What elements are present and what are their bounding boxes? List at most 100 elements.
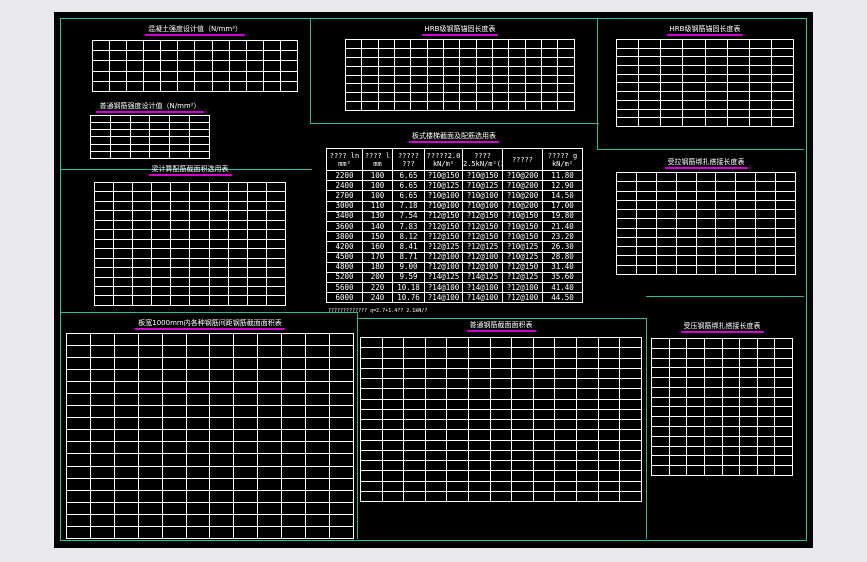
table-cell xyxy=(726,82,750,93)
table-cell xyxy=(360,449,383,462)
table-cell xyxy=(132,276,153,288)
table-cell xyxy=(169,114,191,124)
table-cell xyxy=(489,459,513,472)
table-cell xyxy=(246,295,267,306)
table-cell xyxy=(651,435,670,447)
table-cell xyxy=(446,347,470,359)
table-cell xyxy=(770,99,795,110)
table-cell xyxy=(735,255,757,266)
table-cell xyxy=(426,92,445,103)
table-row xyxy=(344,92,575,103)
table-cell xyxy=(715,236,737,248)
table-cell xyxy=(635,264,657,276)
table-cell xyxy=(774,406,793,418)
table-cell: ?14@125 xyxy=(424,271,463,284)
table-cell xyxy=(735,264,757,276)
table-cell xyxy=(305,489,330,503)
table-row xyxy=(360,398,642,410)
table-cell xyxy=(511,388,534,400)
table-body xyxy=(93,181,287,306)
table-cell xyxy=(66,429,91,443)
table-cell xyxy=(541,56,559,67)
table-cell xyxy=(233,453,259,467)
table-cell xyxy=(739,465,758,476)
table-cell xyxy=(185,381,211,395)
table-cell xyxy=(739,347,758,359)
table-row xyxy=(651,338,793,349)
table-cell xyxy=(739,367,758,379)
table-row: 2200 100 6.65 ?10@150 ?10@150 ?10@200 11.80 xyxy=(326,169,583,182)
table-cell xyxy=(597,377,621,390)
table-cell xyxy=(686,416,705,428)
table-cell xyxy=(557,47,575,58)
table-row xyxy=(616,190,796,201)
table-cell xyxy=(209,465,235,479)
table-cell xyxy=(748,108,772,119)
table-cell xyxy=(113,238,134,250)
table-cell xyxy=(361,39,379,49)
table-cell xyxy=(281,489,307,503)
table-cell xyxy=(245,70,264,82)
table-cell xyxy=(394,101,412,111)
table-cell xyxy=(511,367,534,380)
table-cell xyxy=(616,255,637,266)
table-cell: ?10@125 xyxy=(502,251,543,263)
table-cell: ?10@100 xyxy=(424,200,463,212)
table-cell xyxy=(233,525,259,540)
grid-table xyxy=(93,181,287,306)
table-cell xyxy=(394,92,412,103)
table-cell xyxy=(89,345,115,359)
table-cell xyxy=(360,398,383,410)
table-cell xyxy=(748,117,772,127)
table-cell xyxy=(360,336,383,349)
table-cell xyxy=(756,367,776,379)
table-row xyxy=(615,73,795,84)
table-cell xyxy=(424,347,448,359)
table-cell xyxy=(211,80,230,93)
table-cell xyxy=(774,465,793,476)
table-cell xyxy=(755,236,776,248)
table-cell xyxy=(93,191,115,202)
stair-table-body: ???? ln mm²???? l mm????? ??? ?????2.0 kN… xyxy=(326,148,583,304)
table-cell xyxy=(185,345,211,359)
table-cell xyxy=(66,489,91,503)
table-cell xyxy=(721,435,741,447)
table-cell xyxy=(208,285,229,297)
table-cell: ?10@150 xyxy=(502,210,543,222)
table-cell xyxy=(170,276,191,288)
table-cell xyxy=(113,295,134,306)
table-cell xyxy=(703,386,723,398)
table-cell xyxy=(541,47,559,58)
table-cell xyxy=(89,477,115,491)
table-cell xyxy=(360,388,383,400)
table-cell xyxy=(151,295,172,306)
table-cell xyxy=(344,83,363,94)
table-cell xyxy=(66,381,91,395)
table-cell xyxy=(489,429,513,441)
table-cell xyxy=(468,377,491,390)
table-cell xyxy=(635,181,657,192)
table-cell xyxy=(403,347,426,359)
table-cell xyxy=(109,122,131,131)
table-cell xyxy=(660,108,684,119)
table-cell: 35.60 xyxy=(542,271,583,284)
table-cell xyxy=(113,525,139,540)
table-cell xyxy=(695,227,717,238)
table-cell xyxy=(360,480,383,492)
table-row xyxy=(90,114,210,124)
table-cell xyxy=(113,285,134,297)
table-cell xyxy=(695,171,717,183)
table-cell xyxy=(113,267,134,278)
table-cell xyxy=(459,92,477,103)
table-cell xyxy=(532,449,556,462)
table-cell xyxy=(137,417,163,431)
table-cell xyxy=(597,439,621,451)
panel-title-text: HRB级钢筋锚固长度表 xyxy=(669,25,741,33)
table-cell xyxy=(655,246,677,257)
table-cell xyxy=(532,357,556,369)
table-row xyxy=(651,406,793,418)
table-cell xyxy=(770,117,795,127)
table-row xyxy=(91,70,299,82)
table-cell xyxy=(89,357,115,371)
table-cell xyxy=(424,388,448,400)
